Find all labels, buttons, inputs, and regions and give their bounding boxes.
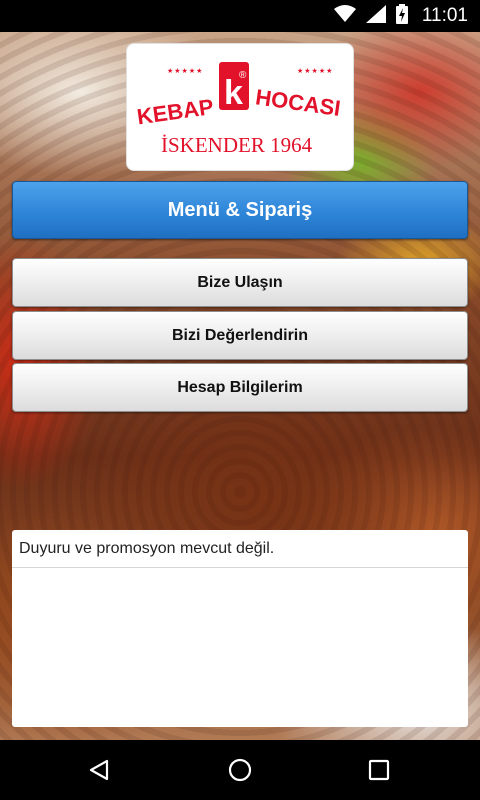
battery-charging-icon <box>395 3 408 29</box>
back-icon[interactable] <box>69 740 129 800</box>
logo-stars-left: ★★★★★ <box>167 67 203 75</box>
announcements-panel: Duyuru ve promosyon mevcut değil. <box>12 530 468 727</box>
contact-us-button[interactable]: Bize Ulaşın <box>12 258 468 307</box>
status-bar: 11:01 <box>0 0 480 32</box>
logo-tagline: İSKENDER 1964 <box>161 133 313 157</box>
rate-us-button[interactable]: Bizi Değerlendirin <box>12 311 468 360</box>
navigation-bar <box>0 740 480 800</box>
logo-word-right: HOCASI <box>254 84 342 121</box>
recents-icon[interactable] <box>349 740 409 800</box>
account-info-button[interactable]: Hesap Bilgilerim <box>12 363 468 412</box>
logo-registered-mark: ® <box>239 70 247 81</box>
logo-word-left: KEBAP <box>135 94 215 129</box>
cell-signal-icon <box>365 4 386 28</box>
wifi-icon <box>333 4 356 28</box>
menu-order-button[interactable]: Menü & Sipariş <box>12 181 468 239</box>
announcement-message: Duyuru ve promosyon mevcut değil. <box>12 530 468 568</box>
status-time: 11:01 <box>421 5 468 26</box>
logo-stars-right: ★★★★★ <box>297 67 333 75</box>
brand-logo: ★★★★★ ★★★★★ KEBAP k ® HOCASI İSKENDER 19… <box>126 43 354 171</box>
home-icon[interactable] <box>210 740 270 800</box>
